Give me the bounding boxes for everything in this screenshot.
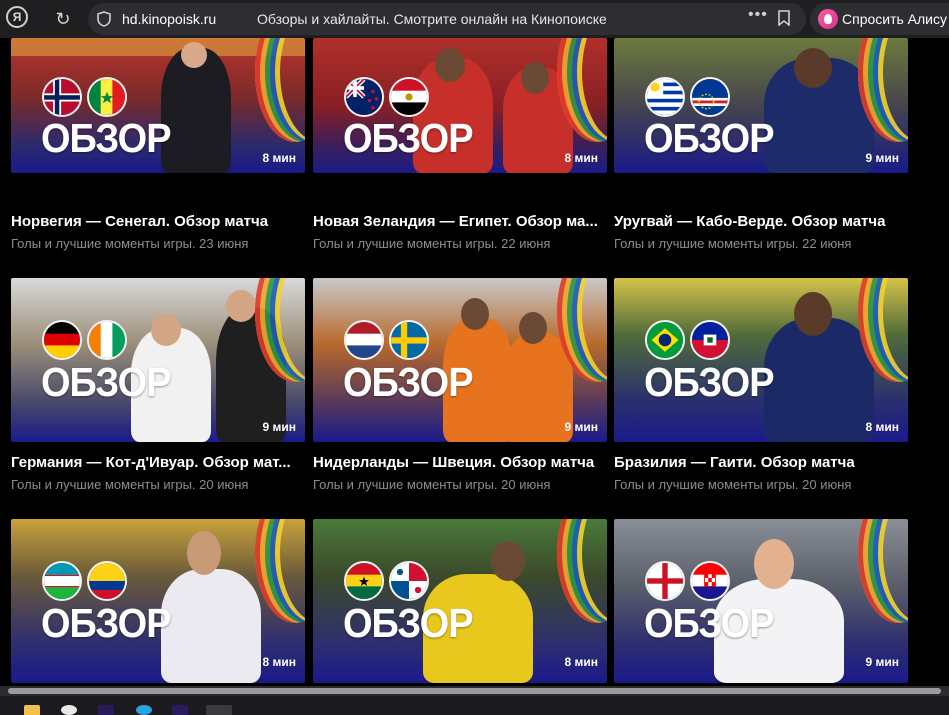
alice-icon <box>818 9 838 29</box>
video-subtitle: Голы и лучшие моменты игры. 20 июня <box>614 477 852 492</box>
norway-flag-icon <box>42 77 82 117</box>
video-duration: 8 мин <box>262 655 296 669</box>
video-thumbnail[interactable]: ОБЗОР 8 мин <box>614 278 908 442</box>
review-badge: ОБЗОР <box>644 116 775 162</box>
review-badge: ОБЗОР <box>644 360 775 406</box>
video-title[interactable]: Бразилия — Гаити. Обзор матча <box>614 454 908 471</box>
bookmark-icon[interactable] <box>778 10 790 26</box>
review-badge: ОБЗОР <box>41 116 172 162</box>
panama-flag-icon <box>389 561 429 601</box>
video-thumbnail[interactable]: ОБЗОР 8 мин <box>313 519 607 683</box>
ask-alice-button[interactable]: Спросить Алису <box>810 3 949 35</box>
video-duration: 9 мин <box>262 420 296 434</box>
video-subtitle: Голы и лучшие моменты игры. 20 июня <box>11 477 249 492</box>
browser-toolbar: Я ↻ hd.kinopoisk.ru Обзоры и хайлайты. С… <box>0 0 949 38</box>
video-thumbnail[interactable]: ОБЗОР 9 мин <box>313 278 607 442</box>
video-subtitle: Голы и лучшие моменты игры. 22 июня <box>614 236 852 251</box>
reload-icon[interactable]: ↻ <box>50 6 76 32</box>
video-thumbnail[interactable]: ОБЗОР 8 мин <box>11 519 305 683</box>
review-badge: ОБЗОР <box>41 601 172 647</box>
egypt-flag-icon <box>389 77 429 117</box>
address-bar[interactable]: hd.kinopoisk.ru Обзоры и хайлайты. Смотр… <box>88 3 806 35</box>
more-menu-icon[interactable]: ••• <box>748 6 768 24</box>
file-explorer-icon[interactable] <box>24 705 40 715</box>
after-effects-icon[interactable] <box>98 705 114 715</box>
video-duration: 9 мин <box>865 655 899 669</box>
ivory-coast-flag-icon <box>87 320 127 360</box>
uzbekistan-flag-icon <box>42 561 82 601</box>
video-title[interactable]: Новая Зеландия — Египет. Обзор ма... <box>313 213 607 230</box>
cape-verde-flag-icon <box>690 77 730 117</box>
video-thumbnail[interactable]: ОБЗОР 8 мин <box>11 38 305 173</box>
brazil-flag-icon <box>645 320 685 360</box>
video-duration: 8 мин <box>262 151 296 165</box>
highlights-grid: ОБЗОР 8 мин Норвегия — Сенегал. Обзор ма… <box>0 38 949 686</box>
shield-icon[interactable] <box>97 11 111 27</box>
video-title[interactable]: Германия — Кот-д'Ивуар. Обзор мат... <box>11 454 305 471</box>
ghana-flag-icon <box>344 561 384 601</box>
new-zealand-flag-icon <box>344 77 384 117</box>
review-badge: ОБЗОР <box>644 601 775 647</box>
haiti-flag-icon <box>690 320 730 360</box>
url-domain[interactable]: hd.kinopoisk.ru <box>122 11 216 27</box>
review-badge: ОБЗОР <box>343 360 474 406</box>
review-badge: ОБЗОР <box>343 116 474 162</box>
senegal-flag-icon <box>87 77 127 117</box>
video-subtitle: Голы и лучшие моменты игры. 20 июня <box>313 477 551 492</box>
video-thumbnail[interactable]: ОБЗОР 8 мин <box>313 38 607 173</box>
telegram-icon[interactable] <box>136 705 152 715</box>
netherlands-flag-icon <box>344 320 384 360</box>
colombia-flag-icon <box>87 561 127 601</box>
premiere-icon[interactable] <box>172 705 188 715</box>
video-duration: 9 мин <box>564 420 598 434</box>
video-thumbnail[interactable]: ОБЗОР 9 мин <box>614 519 908 683</box>
active-browser-icon[interactable] <box>206 705 232 715</box>
video-duration: 8 мин <box>564 655 598 669</box>
uruguay-flag-icon <box>645 77 685 117</box>
ask-alice-label: Спросить Алису <box>842 11 948 27</box>
video-title[interactable]: Уругвай — Кабо-Верде. Обзор матча <box>614 213 908 230</box>
video-title[interactable]: Норвегия — Сенегал. Обзор матча <box>11 213 305 230</box>
video-thumbnail[interactable]: ОБЗОР 9 мин <box>11 278 305 442</box>
video-thumbnail[interactable]: ОБЗОР 9 мин <box>614 38 908 173</box>
germany-flag-icon <box>42 320 82 360</box>
video-duration: 8 мин <box>865 420 899 434</box>
sweden-flag-icon <box>389 320 429 360</box>
page-title: Обзоры и хайлайты. Смотрите онлайн на Ки… <box>257 11 607 27</box>
video-duration: 8 мин <box>564 151 598 165</box>
video-subtitle: Голы и лучшие моменты игры. 23 июня <box>11 236 249 251</box>
england-flag-icon <box>645 561 685 601</box>
video-subtitle: Голы и лучшие моменты игры. 22 июня <box>313 236 551 251</box>
yandex-browser-icon[interactable] <box>61 705 77 715</box>
video-duration: 9 мин <box>865 151 899 165</box>
taskbar <box>0 696 949 715</box>
horizontal-scrollbar[interactable] <box>0 686 949 696</box>
yandex-logo-icon[interactable]: Я <box>6 6 28 28</box>
review-badge: ОБЗОР <box>343 601 474 647</box>
video-title[interactable]: Нидерланды — Швеция. Обзор матча <box>313 454 607 471</box>
croatia-flag-icon <box>690 561 730 601</box>
review-badge: ОБЗОР <box>41 360 172 406</box>
scrollbar-thumb[interactable] <box>8 688 941 694</box>
